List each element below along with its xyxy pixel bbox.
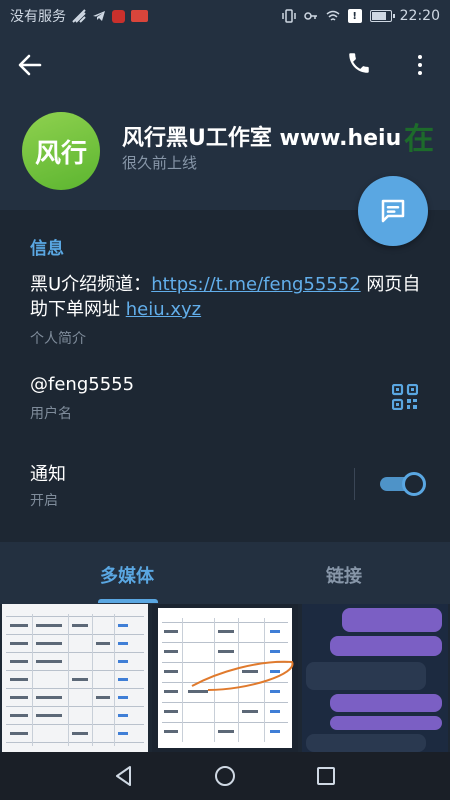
message-icon bbox=[381, 199, 405, 223]
media-tabs: 多媒体 链接 bbox=[0, 542, 450, 604]
app-notification-icon-2 bbox=[131, 10, 148, 22]
media-thumbnail[interactable] bbox=[2, 604, 148, 752]
annotation-circle bbox=[191, 660, 294, 691]
media-thumbnail[interactable] bbox=[152, 604, 298, 752]
chat-bubble bbox=[330, 636, 442, 656]
more-options-button[interactable] bbox=[408, 50, 432, 80]
tab-media[interactable]: 多媒体 bbox=[100, 562, 154, 588]
tab-links[interactable]: 链接 bbox=[326, 562, 362, 588]
key-icon bbox=[303, 12, 317, 20]
bio-text: 黑U介绍频道：https://t.me/feng55552 网页自助下单网址 h… bbox=[30, 272, 430, 322]
wifi-icon bbox=[326, 10, 340, 21]
active-tab-indicator bbox=[98, 599, 158, 603]
chat-bubble bbox=[306, 734, 426, 752]
bio-label: 个人简介 bbox=[30, 331, 86, 347]
divider bbox=[354, 468, 355, 500]
chat-bubble bbox=[306, 662, 426, 690]
nav-home-icon[interactable] bbox=[213, 764, 237, 788]
document-preview bbox=[158, 608, 294, 748]
send-message-button[interactable] bbox=[358, 176, 428, 246]
bio-site-link[interactable]: heiu.xyz bbox=[126, 299, 201, 320]
chat-bubble bbox=[342, 608, 442, 632]
back-arrow-icon bbox=[18, 54, 42, 76]
telegram-icon bbox=[93, 11, 105, 21]
section-title: 信息 bbox=[30, 239, 64, 259]
bio-channel-link[interactable]: https://t.me/feng55552 bbox=[151, 274, 360, 295]
screen: 没有服务 ! 22:20 风行 风行黑U工作室 www.heiu 在 很久前上线… bbox=[0, 0, 450, 800]
title-overlay-glyph: 在 bbox=[404, 122, 434, 157]
alert-badge-icon: ! bbox=[347, 9, 362, 23]
info-section: 信息 黑U介绍频道：https://t.me/feng55552 网页自助下单网… bbox=[0, 210, 450, 528]
chat-bubble bbox=[330, 716, 442, 730]
avatar[interactable]: 风行 bbox=[22, 112, 100, 190]
phone-icon bbox=[349, 53, 369, 73]
chat-title: 风行黑U工作室 www.heiu bbox=[122, 126, 402, 151]
username-label: 用户名 bbox=[30, 406, 72, 422]
vibrate-icon bbox=[281, 9, 296, 23]
media-gallery bbox=[0, 604, 450, 752]
notifications-title: 通知 bbox=[30, 464, 66, 485]
qr-code-button[interactable] bbox=[391, 383, 419, 411]
avatar-text: 风行 bbox=[34, 138, 87, 169]
last-seen-status: 很久前上线 bbox=[122, 154, 198, 172]
app-notification-icon bbox=[112, 9, 125, 23]
nav-back-icon[interactable] bbox=[112, 764, 136, 788]
battery-icon bbox=[369, 10, 395, 22]
notifications-value: 开启 bbox=[30, 493, 58, 509]
back-button[interactable] bbox=[18, 50, 52, 80]
signal-stripes-icon bbox=[72, 9, 86, 23]
media-thumbnail[interactable] bbox=[302, 604, 448, 752]
status-bar: 没有服务 ! 22:20 bbox=[0, 0, 450, 32]
nav-recents-icon[interactable] bbox=[314, 764, 338, 788]
chat-bubble bbox=[330, 694, 442, 712]
call-button[interactable] bbox=[346, 50, 374, 78]
system-navbar bbox=[0, 752, 450, 800]
qr-code-icon bbox=[391, 383, 419, 411]
username-value[interactable]: @feng5555 bbox=[30, 374, 134, 395]
notifications-toggle[interactable] bbox=[380, 472, 426, 496]
more-vert-icon bbox=[418, 55, 422, 59]
clock-text: 22:20 bbox=[399, 8, 440, 24]
carrier-text: 没有服务 bbox=[10, 9, 66, 25]
bio-prefix: 黑U介绍频道： bbox=[30, 274, 152, 295]
